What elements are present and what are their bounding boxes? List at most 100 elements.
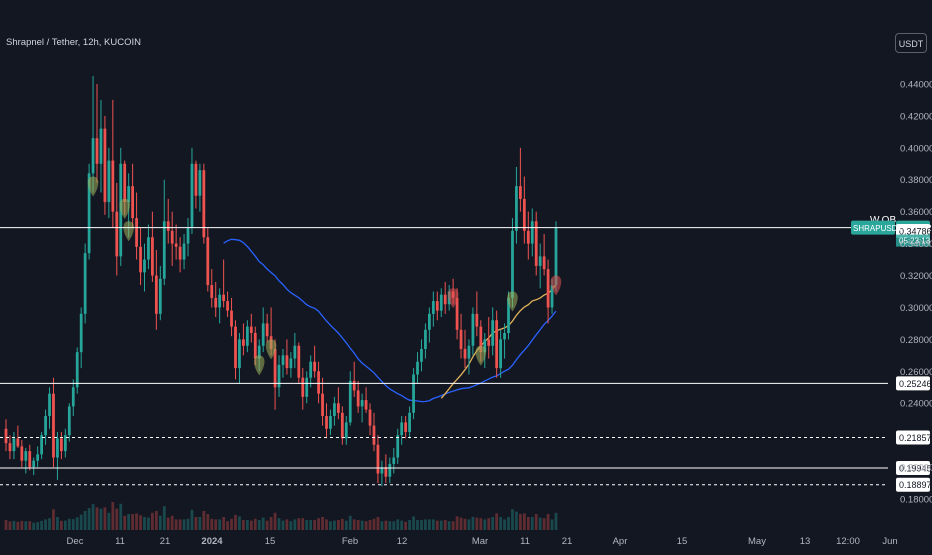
- volume-bar: [48, 518, 51, 530]
- candle-body: [151, 237, 154, 276]
- time-tick-label: Dec: [67, 536, 84, 547]
- volume-bar: [336, 520, 340, 530]
- chart-area[interactable]: 0.350020.34786W.OB0.252460.218570.199450…: [0, 0, 932, 550]
- candle-body: [174, 243, 178, 247]
- candle: [277, 355, 281, 397]
- time-tick-label: 21: [160, 536, 171, 547]
- candle-body: [186, 227, 190, 244]
- candle-body: [400, 422, 404, 436]
- candle: [249, 313, 253, 343]
- candle-layer: [4, 75, 558, 487]
- candle-body: [356, 390, 360, 407]
- candle-body: [214, 297, 218, 308]
- volume-bar: [420, 520, 423, 530]
- volume-layer: [4, 502, 558, 530]
- candle: [174, 224, 178, 260]
- volume-bar: [115, 508, 119, 530]
- candle: [530, 208, 534, 257]
- candle: [396, 428, 400, 464]
- volume-bar: [542, 518, 546, 530]
- candle-body: [222, 294, 226, 302]
- candle: [8, 435, 12, 460]
- volume-bar: [344, 520, 348, 530]
- candle-body: [111, 160, 115, 212]
- candle-body: [194, 163, 198, 196]
- candle-body: [420, 348, 423, 362]
- candle: [166, 198, 170, 244]
- volume-bar: [404, 521, 408, 530]
- volume-bar: [253, 518, 257, 530]
- candle: [408, 406, 411, 439]
- volume-bar: [16, 521, 20, 530]
- candle: [44, 409, 47, 445]
- currency-button[interactable]: USDT: [895, 33, 927, 53]
- volume-bar: [309, 520, 313, 530]
- candle-body: [439, 294, 443, 311]
- volume-bar: [526, 517, 530, 530]
- volume-bar: [431, 519, 435, 530]
- candle-body: [487, 339, 491, 346]
- volume-bar: [487, 518, 491, 530]
- candle: [107, 147, 111, 219]
- volume-bar: [463, 518, 467, 530]
- volume-bar: [550, 519, 554, 530]
- candle-body: [459, 329, 463, 349]
- candle-body: [127, 186, 131, 203]
- candle: [265, 313, 269, 343]
- time-tick-label: 21: [562, 536, 573, 547]
- candle-body: [135, 218, 138, 247]
- candle: [309, 355, 313, 388]
- candle: [202, 163, 206, 244]
- candle: [115, 182, 119, 276]
- volume-bar: [218, 519, 222, 530]
- candle-body: [538, 256, 542, 266]
- candle: [368, 403, 372, 436]
- volume-bar: [131, 514, 135, 530]
- volume-bar: [107, 512, 111, 530]
- volume-bar: [515, 511, 518, 530]
- volume-bar: [368, 520, 372, 530]
- candle: [242, 323, 245, 356]
- volume-bar: [36, 522, 40, 530]
- volume-bar: [214, 519, 218, 530]
- candle-body: [67, 406, 71, 436]
- volume-bar: [412, 516, 415, 530]
- volume-bar: [139, 515, 142, 530]
- candle: [210, 269, 214, 308]
- volume-bar: [459, 517, 463, 530]
- price-tick-label: 0.32000: [900, 271, 932, 282]
- candle: [471, 307, 475, 356]
- volume-bar: [257, 520, 261, 530]
- candle-body: [530, 221, 534, 244]
- level-price-label: 0.21857: [899, 433, 932, 443]
- candle-body: [273, 348, 277, 388]
- volume-bar: [384, 520, 388, 530]
- candle-body: [352, 380, 356, 391]
- time-tick-label: 11: [115, 536, 125, 547]
- candle: [431, 291, 435, 327]
- moving-average-layer: [223, 238, 557, 403]
- candle-body: [230, 310, 233, 327]
- volume-bar: [265, 520, 269, 530]
- volume-bar: [83, 511, 87, 530]
- time-tick-label: 13: [800, 536, 811, 547]
- candle: [103, 115, 107, 215]
- candle: [467, 339, 471, 375]
- volume-bar: [372, 518, 376, 530]
- volume-bar: [479, 518, 483, 530]
- candle: [376, 435, 380, 484]
- candle: [28, 444, 32, 471]
- candle: [206, 227, 210, 292]
- price-tick-label: 0.24000: [900, 399, 932, 410]
- candle-body: [182, 243, 186, 260]
- candle-body: [190, 163, 194, 228]
- candlestick-chart[interactable]: 0.350020.34786W.OB0.252460.218570.199450…: [0, 0, 932, 550]
- volume-bar: [321, 517, 324, 530]
- price-tick-label: 0.18000: [900, 495, 932, 506]
- candle: [336, 387, 340, 420]
- candle: [218, 288, 222, 324]
- candle-body: [218, 294, 222, 308]
- candle: [99, 99, 103, 193]
- candle-body: [503, 333, 506, 340]
- candle-body: [107, 160, 111, 203]
